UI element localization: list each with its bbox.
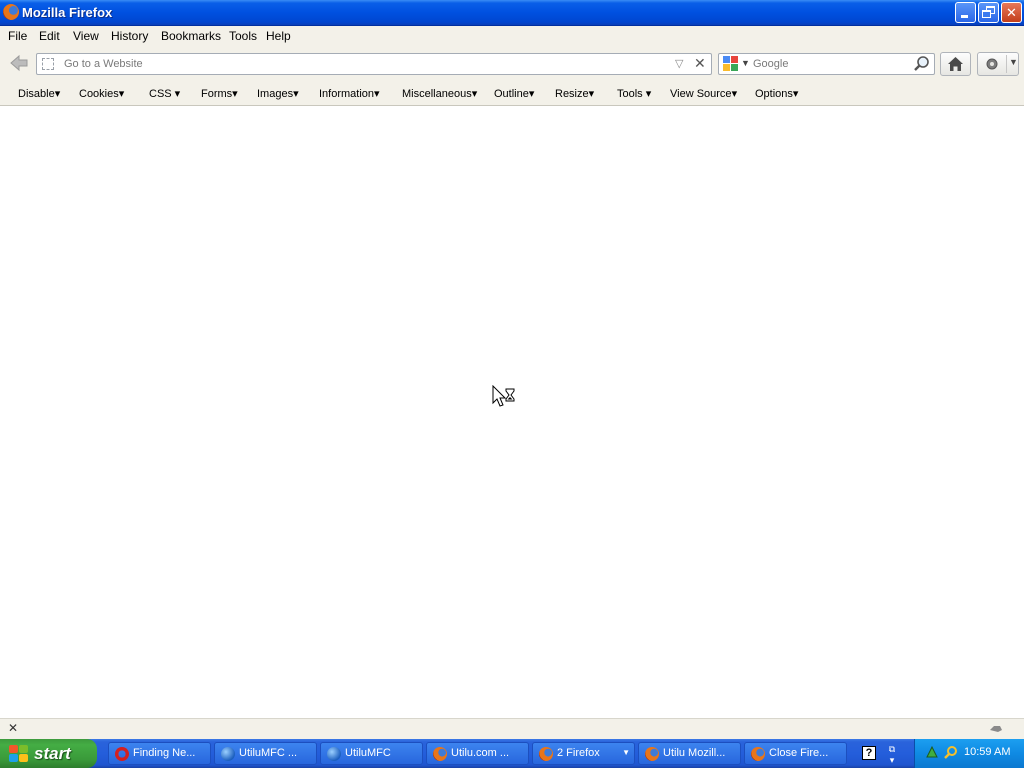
dev-menu-images[interactable]: Images▾: [257, 87, 299, 100]
help-icon[interactable]: ?: [862, 746, 876, 760]
menu-tools[interactable]: Tools: [229, 29, 257, 43]
minimize-button[interactable]: [955, 2, 976, 23]
title-bar[interactable]: [0, 0, 1024, 26]
taskbar-item[interactable]: Utilu.com ...: [426, 742, 529, 765]
taskbar-scroll-icon[interactable]: ⧉ ▾: [886, 744, 898, 765]
dev-menu-css[interactable]: CSS ▾: [149, 87, 180, 100]
globe-icon: [221, 747, 235, 761]
button-divider: [1006, 55, 1007, 73]
close-icon: ✕: [1006, 5, 1017, 20]
minimize-icon: [961, 15, 968, 18]
search-icon[interactable]: [944, 745, 958, 759]
dev-menu-disable[interactable]: Disable▾: [18, 87, 60, 100]
search-input[interactable]: [753, 56, 903, 72]
status-bar: [0, 718, 1024, 739]
close-button[interactable]: ✕: [1001, 2, 1022, 23]
stop-icon[interactable]: ✕: [694, 55, 706, 72]
dev-menu-tools[interactable]: Tools ▾: [617, 87, 651, 100]
menu-bar: [0, 26, 1024, 46]
magnifier-icon: [914, 56, 929, 71]
firefox-icon: [539, 747, 553, 761]
dev-menu-label: Resize: [555, 88, 589, 100]
group-dropdown-icon: ▼: [622, 748, 630, 757]
url-input[interactable]: [64, 56, 664, 72]
menu-file[interactable]: File: [8, 29, 27, 43]
dev-menu-resize[interactable]: Resize▾: [555, 87, 594, 100]
taskbar-item[interactable]: UtiluMFC ...: [214, 742, 317, 765]
dev-menu-cookies[interactable]: Cookies▾: [79, 87, 124, 100]
window-title: Mozilla Firefox: [22, 5, 113, 20]
firefox-icon: [433, 747, 447, 761]
taskbar-item[interactable]: UtiluMFC: [320, 742, 423, 765]
taskbar-item-label: 2 Firefox: [557, 747, 600, 759]
gear-icon: [986, 58, 998, 70]
taskbar-item[interactable]: Finding Ne...: [108, 742, 211, 765]
dev-menu-miscellaneous[interactable]: Miscellaneous▾: [402, 87, 477, 100]
taskbar-item-label: UtiluMFC: [345, 747, 391, 759]
dev-menu-forms[interactable]: Forms▾: [201, 87, 238, 100]
menu-bookmarks[interactable]: Bookmarks: [161, 29, 221, 43]
menu-edit[interactable]: Edit: [39, 29, 60, 43]
google-engine-icon[interactable]: [723, 56, 739, 72]
dev-menu-label: CSS: [149, 88, 172, 100]
dev-menu-label: Options: [755, 88, 793, 100]
taskbar-item[interactable]: 2 Firefox ▼: [532, 742, 635, 765]
windows-flag-icon: [9, 745, 29, 763]
home-icon: [948, 57, 963, 71]
menu-history[interactable]: History: [111, 29, 148, 43]
taskbar-item-label: UtiluMFC ...: [239, 747, 298, 759]
search-button[interactable]: [913, 55, 931, 73]
taskbar-item-label: Finding Ne...: [133, 747, 196, 759]
dev-menu-label: Images: [257, 88, 294, 100]
back-arrow-icon: [10, 54, 28, 72]
taskbar-item-label: Utilu Mozill...: [663, 747, 726, 759]
close-findbar-icon[interactable]: ✕: [8, 721, 18, 735]
menu-view[interactable]: View: [73, 29, 99, 43]
dev-menu-label: Information: [319, 88, 375, 100]
taskbar-item[interactable]: Close Fire...: [744, 742, 847, 765]
taskbar-item-label: Utilu.com ...: [451, 747, 510, 759]
site-identity-icon[interactable]: [42, 58, 54, 70]
firefox-icon: [751, 747, 765, 761]
addon-status-icon[interactable]: [988, 722, 1004, 734]
search-engine-dropdown-icon[interactable]: ▼: [741, 58, 750, 68]
dev-menu-label: View Source: [670, 88, 732, 100]
dev-menu-label: Cookies: [79, 88, 119, 100]
addon-toolbar-button[interactable]: ▼: [977, 52, 1019, 76]
dev-menu-label: Miscellaneous: [402, 88, 472, 100]
firefox-icon: [645, 747, 659, 761]
home-button[interactable]: [940, 52, 971, 76]
dev-menu-information[interactable]: Information▾: [319, 87, 380, 100]
firefox-logo-icon: [3, 4, 19, 20]
back-button[interactable]: [6, 52, 32, 76]
dev-menu-label: Tools: [617, 88, 643, 100]
url-history-dropdown-icon[interactable]: ▽: [675, 57, 683, 70]
dev-menu-outline[interactable]: Outline▾: [494, 87, 534, 100]
clock[interactable]: 10:59 AM: [964, 746, 1010, 758]
taskbar-item-label: Close Fire...: [769, 747, 829, 759]
dev-menu-view-source[interactable]: View Source▾: [670, 87, 737, 100]
dev-menu-options[interactable]: Options▾: [755, 87, 798, 100]
dev-menu-label: Outline: [494, 88, 529, 100]
restore-icon-front: [982, 10, 991, 18]
restore-button[interactable]: [978, 2, 999, 23]
chevron-down-icon[interactable]: ▼: [1009, 57, 1018, 67]
busy-cursor-icon: [492, 385, 515, 407]
globe-icon: [327, 747, 341, 761]
dev-menu-label: Forms: [201, 88, 233, 100]
taskbar-item[interactable]: Utilu Mozill...: [638, 742, 741, 765]
network-icon[interactable]: [925, 745, 939, 759]
opera-icon: [115, 747, 129, 761]
menu-help[interactable]: Help: [266, 29, 291, 43]
page-content[interactable]: [0, 107, 1024, 718]
dev-menu-label: Disable: [18, 88, 55, 100]
start-label: start: [34, 744, 71, 763]
